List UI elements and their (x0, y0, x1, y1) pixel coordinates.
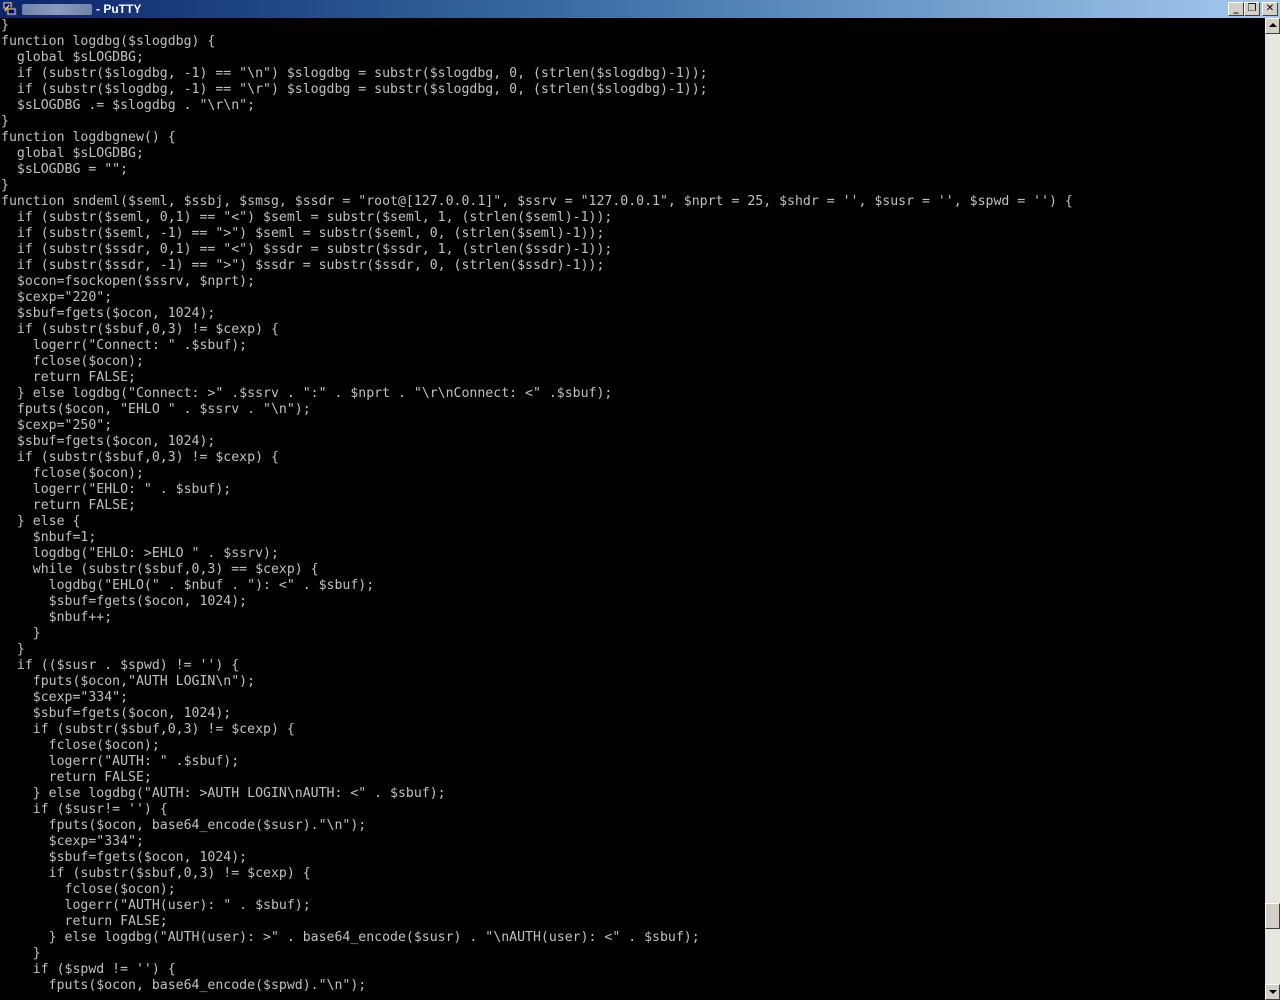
minimize-icon: _ (1233, 3, 1239, 14)
terminal-line: $cexp="250"; (1, 418, 113, 433)
terminal-line: $nbuf=1; (1, 530, 97, 545)
terminal-line: function logdbgnew() { (1, 130, 176, 145)
terminal-line: } (1, 178, 9, 193)
terminal-line: } (1, 642, 25, 657)
terminal-line: return FALSE; (1, 498, 136, 513)
maximize-button[interactable]: ❐ (1244, 2, 1260, 16)
terminal-line: fclose($ocon); (1, 354, 144, 369)
terminal-line: $sbuf=fgets($ocon, 1024); (1, 594, 248, 609)
terminal-line: fclose($ocon); (1, 882, 176, 897)
terminal-screen[interactable]: } function logdbg($slogdbg) { global $sLO… (0, 18, 1265, 1000)
terminal-line: logerr("EHLO: " . $sbuf); (1, 482, 232, 497)
terminal-line: if ($spwd != '') { (1, 962, 176, 977)
terminal-line: $sbuf=fgets($ocon, 1024); (1, 434, 216, 449)
terminal-line: if (substr($ssdr, -1) == ">") $ssdr = su… (1, 258, 605, 273)
scroll-thumb[interactable] (1265, 903, 1280, 929)
terminal-line: return FALSE; (1, 914, 168, 929)
terminal-line: fputs($ocon,"AUTH LOGIN\n"); (1, 674, 256, 689)
terminal-line: if (substr($sbuf,0,3) != $cexp) { (1, 322, 279, 337)
terminal-line: logerr("AUTH: " .$sbuf); (1, 754, 240, 769)
terminal-line: $sbuf=fgets($ocon, 1024); (1, 706, 232, 721)
redacted-hostname (22, 4, 92, 15)
title-bar[interactable]: - PuTTY _ ❐ ✕ (0, 0, 1280, 18)
terminal-line: } (1, 946, 41, 961)
terminal-line: function logdbg($slogdbg) { (1, 34, 216, 49)
terminal-line: return FALSE; (1, 770, 152, 785)
terminal-output: } function logdbg($slogdbg) { global $sLO… (0, 18, 1265, 994)
terminal-line: } (1, 18, 9, 33)
close-icon: ✕ (1265, 3, 1275, 14)
terminal-line: fputs($ocon, base64_encode($susr)."\n"); (1, 818, 367, 833)
terminal-line: if (substr($sbuf,0,3) != $cexp) { (1, 722, 295, 737)
close-button[interactable]: ✕ (1262, 2, 1278, 16)
terminal-line: logerr("AUTH(user): " . $sbuf); (1, 898, 311, 913)
terminal-line: if (substr($seml, -1) == ">") $seml = su… (1, 226, 605, 241)
terminal-line: if (substr($ssdr, 0,1) == "<") $ssdr = s… (1, 242, 613, 257)
terminal-line: while (substr($sbuf,0,3) == $cexp) { (1, 562, 319, 577)
terminal-line: } (1, 114, 9, 129)
terminal-line: $sLOGDBG = ""; (1, 162, 129, 177)
terminal-line: if (substr($slogdbg, -1) == "\n") $slogd… (1, 66, 708, 81)
terminal-line: fclose($ocon); (1, 466, 144, 481)
terminal-line: if (substr($sbuf,0,3) != $cexp) { (1, 866, 311, 881)
restore-icon: ❐ (1247, 3, 1257, 14)
scroll-up-button[interactable] (1265, 18, 1280, 34)
terminal-line: $cexp="334"; (1, 834, 144, 849)
putty-icon[interactable] (2, 1, 18, 17)
terminal-line: logerr("Connect: " .$sbuf); (1, 338, 248, 353)
terminal-line: fputs($ocon, base64_encode($spwd)."\n"); (1, 978, 367, 993)
terminal-line: $ocon=fsockopen($ssrv, $nprt); (1, 274, 256, 289)
terminal-line: $sbuf=fgets($ocon, 1024); (1, 306, 216, 321)
terminal-line: } else logdbg("AUTH: >AUTH LOGIN\nAUTH: … (1, 786, 446, 801)
terminal-line: } (1, 626, 41, 641)
terminal-line: fclose($ocon); (1, 738, 160, 753)
terminal-line: if (substr($sbuf,0,3) != $cexp) { (1, 450, 279, 465)
terminal-line: } else { (1, 514, 81, 529)
terminal-line: global $sLOGDBG; (1, 146, 144, 161)
terminal-line: if (($susr . $spwd) != '') { (1, 658, 240, 673)
terminal-line: } else logdbg("AUTH(user): >" . base64_e… (1, 930, 700, 945)
terminal-line: logdbg("EHLO: >EHLO " . $ssrv); (1, 546, 279, 561)
terminal-line: function sndeml($seml, $ssbj, $smsg, $ss… (1, 194, 1073, 209)
minimize-button[interactable]: _ (1228, 2, 1244, 16)
terminal-line: if ($susr!= '') { (1, 802, 168, 817)
terminal-line: return FALSE; (1, 370, 136, 385)
vertical-scrollbar[interactable] (1265, 18, 1280, 1000)
window-title: - PuTTY (96, 2, 142, 16)
terminal-line: $cexp="334"; (1, 690, 129, 705)
terminal-line: $nbuf++; (1, 610, 113, 625)
terminal-line: if (substr($seml, 0,1) == "<") $seml = s… (1, 210, 613, 225)
terminal-line: global $sLOGDBG; (1, 50, 144, 65)
terminal-line: logdbg("EHLO(" . $nbuf . "): <" . $sbuf)… (1, 578, 375, 593)
terminal-line: $sbuf=fgets($ocon, 1024); (1, 850, 248, 865)
terminal-line: if (substr($slogdbg, -1) == "\r") $slogd… (1, 82, 708, 97)
terminal-line: $cexp="220"; (1, 290, 113, 305)
terminal-line: } else logdbg("Connect: >" .$ssrv . ":" … (1, 386, 613, 401)
terminal-line: fputs($ocon, "EHLO " . $ssrv . "\n"); (1, 402, 311, 417)
scroll-down-button[interactable] (1265, 984, 1280, 1000)
terminal-line: $sLOGDBG .= $slogdbg . "\r\n"; (1, 98, 256, 113)
